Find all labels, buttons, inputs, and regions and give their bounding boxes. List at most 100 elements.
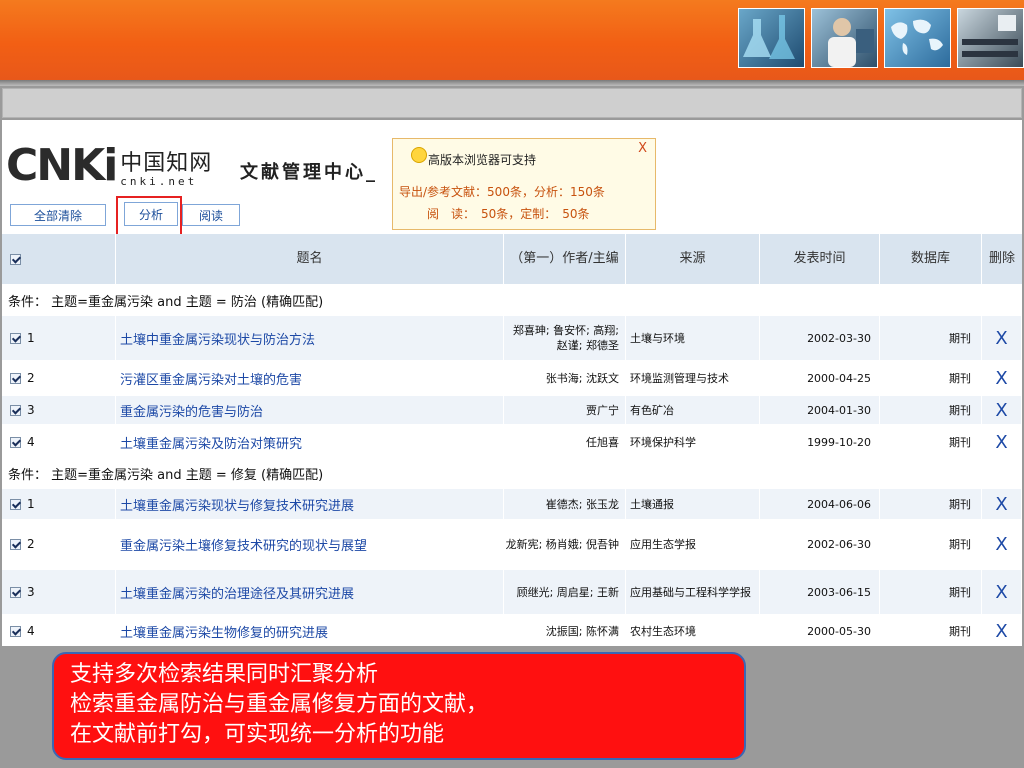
row-number: 4 (27, 624, 35, 638)
row-number: 2 (27, 537, 35, 551)
table-row: 3 重金属污染的危害与防治 贾广宁 有色矿冶 2004-01-30 期刊 X (2, 396, 1022, 424)
article-database: 期刊 (880, 489, 982, 519)
article-authors: 龙新宪; 杨肖娥; 倪吾钟 (504, 522, 626, 566)
article-database: 期刊 (880, 364, 982, 392)
row-checkbox[interactable] (10, 372, 21, 384)
row-checkbox[interactable] (10, 586, 21, 598)
article-source: 应用基础与工程科学学报 (626, 570, 760, 614)
header-date[interactable]: 发表时间 (760, 234, 880, 284)
article-authors: 张书海; 沈跃文 (504, 364, 626, 392)
scientist-photo (811, 8, 878, 68)
article-title-link[interactable]: 土壤重金属污染现状与修复技术研究进展 (116, 489, 504, 519)
article-title-link[interactable]: 土壤中重金属污染现状与防治方法 (116, 316, 504, 360)
lab-flask-photo (738, 8, 805, 68)
article-date: 2000-04-25 (760, 364, 880, 392)
table-row: 1 土壤重金属污染现状与修复技术研究进展 崔德杰; 张玉龙 土壤通报 2004-… (2, 489, 1022, 519)
row-number: 1 (27, 497, 35, 511)
delete-row-button[interactable]: X (982, 396, 1022, 424)
row-checkbox[interactable] (10, 332, 21, 344)
article-database: 期刊 (880, 522, 982, 566)
row-number: 2 (27, 371, 35, 385)
read-button[interactable]: 阅读 (182, 204, 240, 226)
article-title-link[interactable]: 污灌区重金属污染对土壤的危害 (116, 364, 504, 392)
header-source[interactable]: 来源 (626, 234, 760, 284)
row-checkbox[interactable] (10, 625, 21, 637)
delete-row-button[interactable]: X (982, 617, 1022, 645)
article-title-link[interactable]: 土壤重金属污染及防治对策研究 (116, 428, 504, 456)
article-title-link[interactable]: 土壤重金属污染生物修复的研究进展 (116, 617, 504, 645)
article-date: 2000-05-30 (760, 617, 880, 645)
table-row: 2 重金属污染土壤修复技术研究的现状与展望 龙新宪; 杨肖娥; 倪吾钟 应用生态… (2, 522, 1022, 566)
callout-line: 检索重金属防治与重金属修复方面的文献， (70, 692, 489, 717)
header-photos (738, 8, 1024, 68)
popup-limit-line1: 导出/参考文献：500条，分析：150条 (399, 185, 605, 199)
row-number: 4 (27, 435, 35, 449)
article-date: 2004-06-06 (760, 489, 880, 519)
row-checkbox[interactable] (10, 404, 21, 416)
article-title-link[interactable]: 土壤重金属污染的治理途径及其研究进展 (116, 570, 504, 614)
table-row: 4 土壤重金属污染生物修复的研究进展 沈振国; 陈怀满 农村生态环境 2000-… (2, 617, 1022, 645)
page-title: 文献管理中心_ (240, 162, 378, 183)
article-source: 环境监测管理与技术 (626, 364, 760, 392)
search-condition: 条件： 主题=重金属污染 and 主题 = 修复 (精确匹配) (2, 460, 1022, 486)
close-icon[interactable]: X (638, 141, 647, 156)
article-database: 期刊 (880, 617, 982, 645)
delete-row-button[interactable]: X (982, 428, 1022, 456)
article-source: 环境保护科学 (626, 428, 760, 456)
row-number: 1 (27, 331, 35, 345)
article-authors: 崔德杰; 张玉龙 (504, 489, 626, 519)
table-row: 4 土壤重金属污染及防治对策研究 任旭喜 环境保护科学 1999-10-20 期… (2, 428, 1022, 456)
article-authors: 郑喜珅; 鲁安怀; 高翔; 赵谨; 郑德圣 (504, 316, 626, 360)
header-database[interactable]: 数据库 (880, 234, 982, 284)
article-database: 期刊 (880, 396, 982, 424)
popup-title: 高版本浏览器可支持 (428, 153, 537, 167)
table-row: 2 污灌区重金属污染对土壤的危害 张书海; 沈跃文 环境监测管理与技术 2000… (2, 364, 1022, 392)
delete-row-button[interactable]: X (982, 570, 1022, 614)
banner-shadow (0, 80, 1024, 86)
row-checkbox[interactable] (10, 538, 21, 550)
header-author[interactable]: （第一）作者/主编 (504, 234, 626, 284)
article-authors: 任旭喜 (504, 428, 626, 456)
article-source: 农村生态环境 (626, 617, 760, 645)
article-source: 应用生态学报 (626, 522, 760, 566)
annotation-callout: 支持多次检索结果同时汇聚分析 检索重金属防治与重金属修复方面的文献， 在文献前打… (52, 652, 746, 760)
article-date: 2002-06-30 (760, 522, 880, 566)
delete-row-button[interactable]: X (982, 316, 1022, 360)
delete-row-button[interactable]: X (982, 364, 1022, 392)
callout-line: 支持多次检索结果同时汇聚分析 (70, 662, 379, 687)
select-all-cell[interactable] (2, 234, 116, 284)
article-authors: 顾继光; 周启星; 王新 (504, 570, 626, 614)
search-condition: 条件： 主题=重金属污染 and 主题 = 防治 (精确匹配) (2, 287, 1022, 313)
top-banner (0, 0, 1024, 80)
article-date: 2002-03-30 (760, 316, 880, 360)
delete-row-button[interactable]: X (982, 522, 1022, 566)
clear-all-button[interactable]: 全部清除 (10, 204, 106, 226)
classroom-photo (957, 8, 1024, 68)
delete-row-button[interactable]: X (982, 489, 1022, 519)
article-title-link[interactable]: 重金属污染的危害与防治 (116, 396, 504, 424)
logo-chinese: 中国知网 (120, 151, 213, 176)
cnki-logo: CNKi 中国知网 cnki.net (6, 138, 212, 188)
logo-brand: CNKi (6, 140, 118, 191)
select-all-checkbox[interactable] (10, 253, 21, 265)
article-authors: 沈振国; 陈怀满 (504, 617, 626, 645)
browser-toolbar-strip (2, 88, 1022, 118)
world-map-photo (884, 8, 951, 68)
row-checkbox[interactable] (10, 436, 21, 448)
article-date: 2003-06-15 (760, 570, 880, 614)
header-title[interactable]: 题名 (116, 234, 504, 284)
popup-limit-line2: 阅 读： 50条，定制： 50条 (427, 207, 590, 221)
callout-line: 在文献前打勾，可实现统一分析的功能 (70, 722, 445, 747)
article-authors: 贾广宁 (504, 396, 626, 424)
table-row: 1 土壤中重金属污染现状与防治方法 郑喜珅; 鲁安怀; 高翔; 赵谨; 郑德圣 … (2, 316, 1022, 360)
article-database: 期刊 (880, 428, 982, 456)
header-delete: 删除 (988, 251, 1015, 266)
article-database: 期刊 (880, 316, 982, 360)
table-row: 3 土壤重金属污染的治理途径及其研究进展 顾继光; 周启星; 王新 应用基础与工… (2, 570, 1022, 614)
table-header: 题名 （第一）作者/主编 来源 发表时间 数据库 删除 (2, 234, 1022, 284)
row-number: 3 (27, 585, 35, 599)
row-checkbox[interactable] (10, 498, 21, 510)
article-title-link[interactable]: 重金属污染土壤修复技术研究的现状与展望 (116, 522, 504, 566)
logo-domain: cnki.net (120, 175, 198, 188)
article-date: 1999-10-20 (760, 428, 880, 456)
